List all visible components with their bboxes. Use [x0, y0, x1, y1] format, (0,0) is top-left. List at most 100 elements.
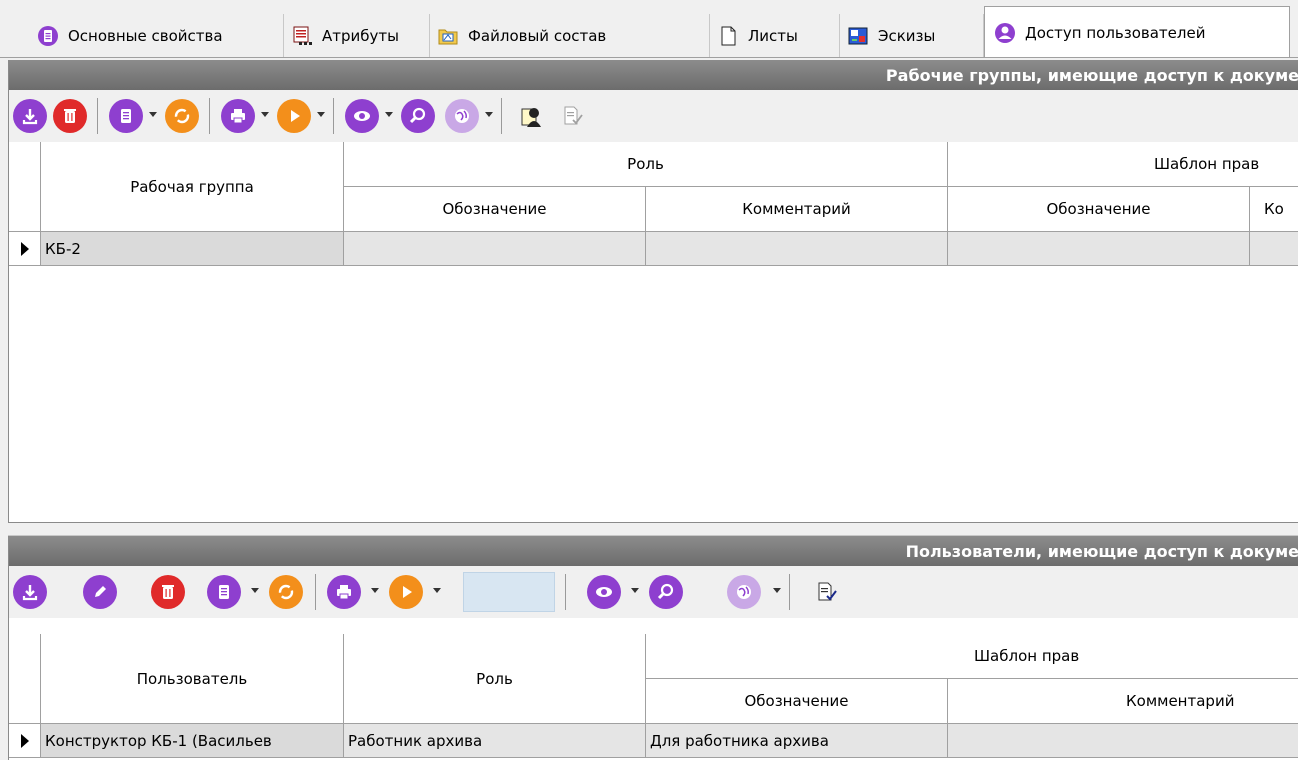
- table-cell[interactable]: [646, 232, 948, 266]
- print-button[interactable]: [221, 99, 255, 133]
- refresh-button[interactable]: [269, 575, 303, 609]
- tab-bar-border: [0, 57, 1298, 58]
- edit-icon: [95, 586, 106, 597]
- globe-button[interactable]: [445, 99, 479, 133]
- panel-splitter[interactable]: [8, 522, 1298, 536]
- tab-label: Листы: [748, 27, 798, 45]
- refresh-button[interactable]: [165, 99, 199, 133]
- table-cell[interactable]: [1250, 232, 1298, 266]
- search-button[interactable]: [401, 99, 435, 133]
- tab-user-access[interactable]: Доступ пользователей: [984, 6, 1290, 58]
- globe-dropdown-arrow[interactable]: [485, 112, 493, 117]
- play-button[interactable]: [389, 575, 423, 609]
- play-button[interactable]: [277, 99, 311, 133]
- panel-title-text: Рабочие группы, имеющие доступ к докуме: [885, 65, 1298, 85]
- cell-text: Для работника архива: [650, 731, 829, 750]
- view-icon: [596, 587, 612, 597]
- tab-label: Атрибуты: [322, 27, 399, 45]
- column-group-rights-template: Шаблон прав: [948, 142, 1298, 187]
- approve-icon: [564, 106, 583, 125]
- column-header-rights-designation[interactable]: Обозначение: [646, 679, 948, 724]
- header-text: Ко: [1264, 200, 1284, 218]
- delete-icon: [162, 585, 174, 599]
- header-text: Шаблон прав: [1154, 155, 1260, 173]
- globe-button[interactable]: [727, 575, 761, 609]
- import-button[interactable]: [13, 99, 47, 133]
- users-panel: Пользователи, имеющие доступ к докуме По…: [8, 536, 1298, 760]
- view-button[interactable]: [345, 99, 379, 133]
- table-row-workgroup[interactable]: КБ-2: [41, 232, 344, 266]
- view-dropdown-arrow[interactable]: [385, 112, 393, 117]
- table-cell[interactable]: Для работника архива: [646, 724, 948, 758]
- row-indicator-header: [9, 142, 41, 232]
- table-cell[interactable]: [344, 232, 646, 266]
- column-header-rights-comment[interactable]: Ко: [1250, 187, 1298, 232]
- globe-dropdown-arrow[interactable]: [773, 588, 781, 593]
- document-dropdown-arrow[interactable]: [251, 588, 259, 593]
- header-text: Комментарий: [1126, 692, 1235, 710]
- user-card-button[interactable]: [515, 99, 549, 133]
- play-dropdown-arrow[interactable]: [433, 588, 441, 593]
- import-icon: [22, 109, 38, 125]
- delete-button[interactable]: [151, 575, 185, 609]
- search-button[interactable]: [649, 575, 683, 609]
- search-icon: [657, 583, 674, 600]
- print-button[interactable]: [327, 575, 361, 609]
- tab-main-properties[interactable]: Основные свойства: [30, 14, 284, 58]
- workgroups-toolbar: [9, 90, 1298, 142]
- sketch-icon: [846, 24, 870, 48]
- tab-file-composition[interactable]: Файловый состав: [430, 14, 710, 58]
- delete-icon: [64, 109, 76, 123]
- table-cell[interactable]: [948, 232, 1250, 266]
- toolbar-hover-highlight: [463, 572, 555, 612]
- header-text: Комментарий: [742, 200, 851, 218]
- view-button[interactable]: [587, 575, 621, 609]
- tab-label: Файловый состав: [468, 27, 607, 45]
- header-text: Обозначение: [1046, 200, 1151, 218]
- panel-title-text: Пользователи, имеющие доступ к докуме: [905, 541, 1298, 561]
- print-dropdown-arrow[interactable]: [261, 112, 269, 117]
- play-icon: [403, 586, 412, 598]
- cell-text: КБ-2: [45, 239, 81, 258]
- table-cell[interactable]: Работник архива: [344, 724, 646, 758]
- edit-button[interactable]: [83, 575, 117, 609]
- table-cell[interactable]: [948, 724, 1298, 758]
- column-header-rights-designation[interactable]: Обозначение: [948, 187, 1250, 232]
- column-header-role[interactable]: Роль: [344, 634, 646, 724]
- column-group-rights-template: Шаблон прав: [646, 634, 1298, 679]
- print-dropdown-arrow[interactable]: [371, 588, 379, 593]
- users-panel-title: Пользователи, имеющие доступ к докуме: [9, 536, 1298, 566]
- import-button[interactable]: [13, 575, 47, 609]
- play-dropdown-arrow[interactable]: [317, 112, 325, 117]
- header-text: Пользователь: [136, 669, 248, 688]
- column-header-rights-comment[interactable]: Комментарий: [948, 679, 1298, 724]
- tab-sketches[interactable]: Эскизы: [840, 14, 984, 58]
- table-row-user[interactable]: Конструктор КБ-1 (Васильев: [41, 724, 344, 758]
- header-text: Обозначение: [442, 200, 547, 218]
- approve-button[interactable]: [555, 99, 589, 133]
- header-text: Роль: [476, 669, 513, 688]
- document-button[interactable]: [109, 99, 143, 133]
- header-text: Обозначение: [744, 692, 849, 710]
- approve-button[interactable]: [809, 575, 843, 609]
- print-icon: [231, 109, 245, 124]
- cell-text: Работник архива: [348, 731, 483, 750]
- column-header-role-designation[interactable]: Обозначение: [344, 187, 646, 232]
- delete-button[interactable]: [53, 99, 87, 133]
- document-dropdown-arrow[interactable]: [149, 112, 157, 117]
- tab-label: Основные свойства: [68, 27, 223, 45]
- column-header-role-comment[interactable]: Комментарий: [646, 187, 948, 232]
- search-icon: [409, 107, 426, 124]
- globe-icon: [737, 585, 751, 599]
- workgroups-panel-title: Рабочие группы, имеющие доступ к докуме: [9, 60, 1298, 90]
- toolbar-separator: [501, 98, 502, 134]
- column-group-role: Роль: [344, 142, 948, 187]
- column-header-user[interactable]: Пользователь: [41, 634, 344, 724]
- toolbar-separator: [97, 98, 98, 134]
- toolbar-separator: [565, 574, 566, 610]
- view-dropdown-arrow[interactable]: [631, 588, 639, 593]
- document-button[interactable]: [207, 575, 241, 609]
- tab-attributes[interactable]: Атрибуты: [284, 14, 430, 58]
- column-header-workgroup[interactable]: Рабочая группа: [41, 142, 344, 232]
- tab-sheets[interactable]: Листы: [710, 14, 840, 58]
